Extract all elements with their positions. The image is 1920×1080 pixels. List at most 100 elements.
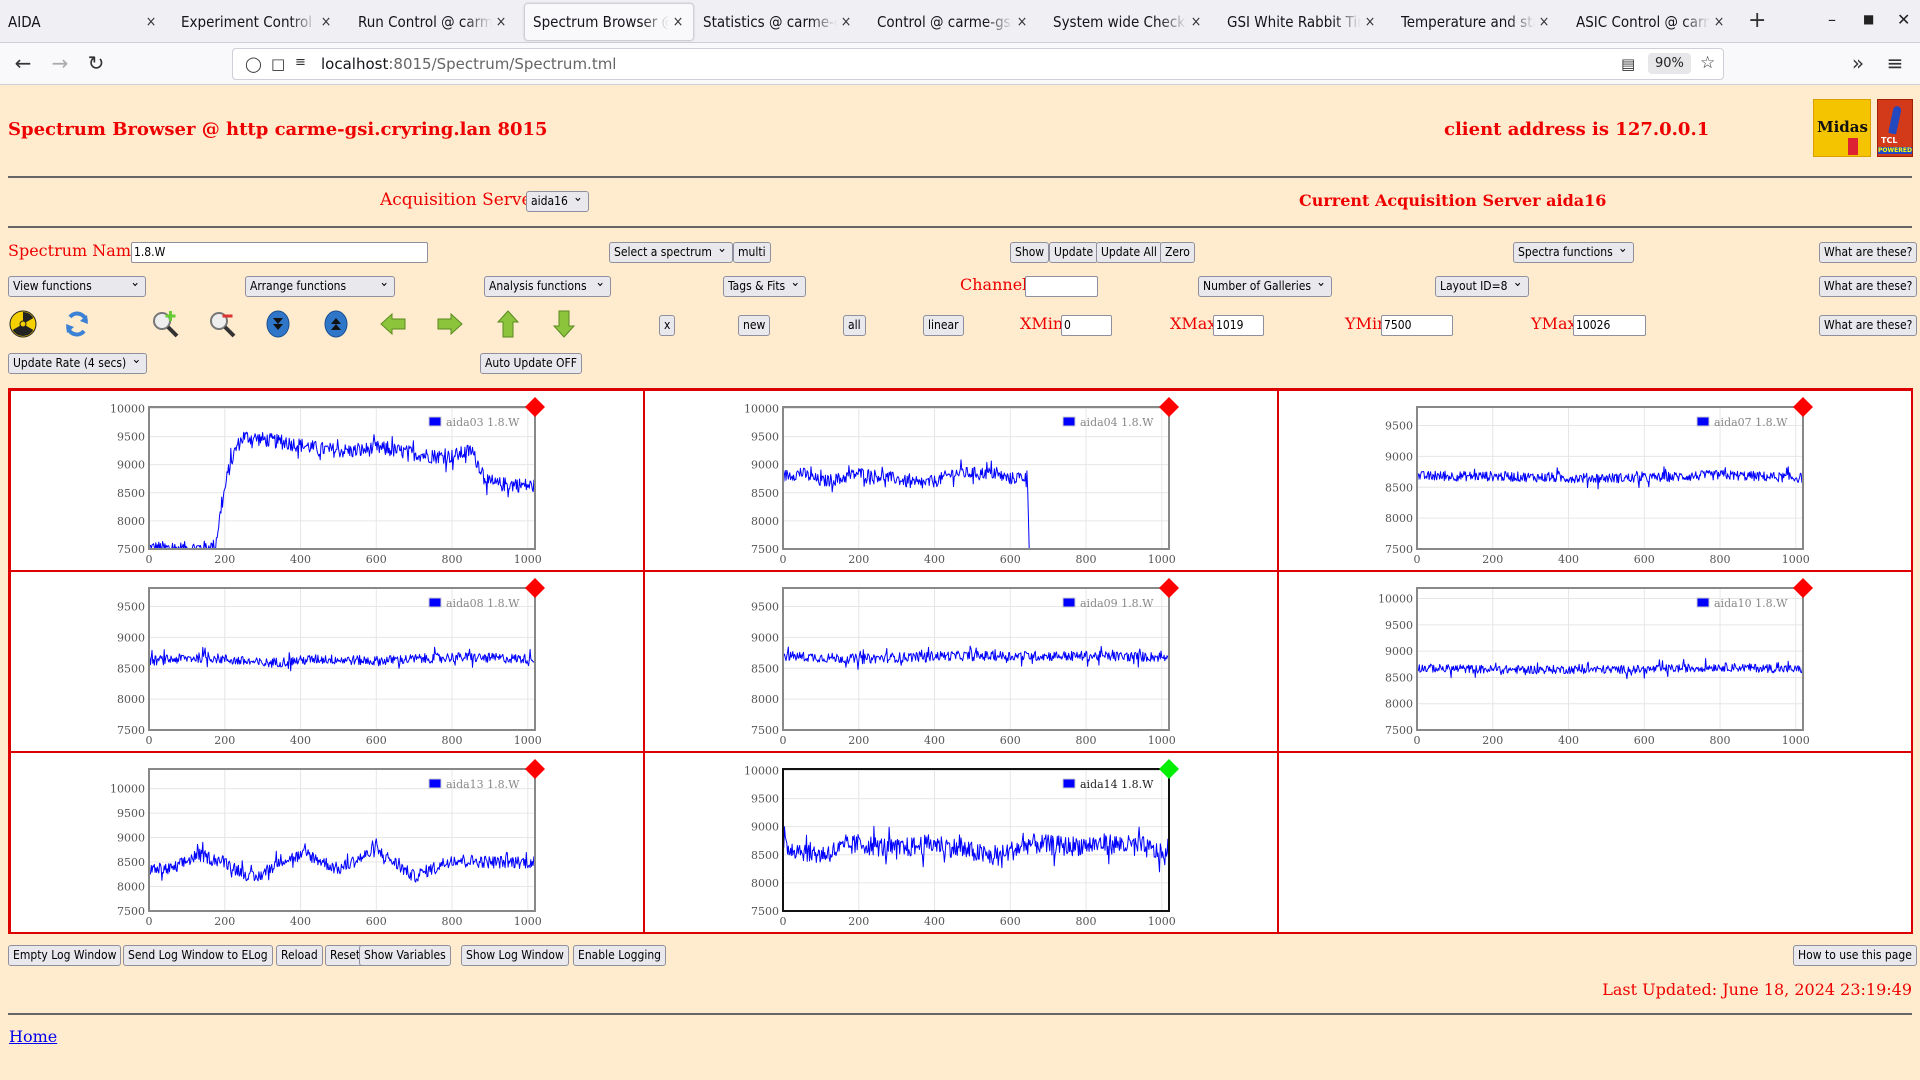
close-tab-icon[interactable]: ×	[1015, 14, 1029, 30]
zoom-in-icon[interactable]	[150, 309, 180, 339]
browser-tab[interactable]: Control @ carme-gsi ×	[869, 3, 1037, 41]
close-window-button[interactable]: ✕	[1897, 10, 1910, 29]
close-tab-icon[interactable]: ×	[1189, 14, 1203, 30]
permissions-icon[interactable]: ≡	[295, 55, 306, 70]
auto-update-button[interactable]: Auto Update OFF	[480, 353, 582, 374]
arrow-up-icon[interactable]	[493, 309, 523, 339]
close-tab-icon[interactable]: ×	[144, 14, 158, 30]
spectrum-cell[interactable]: 0 200 400 600 800 1000 7500 8000 8500 9000 9500 aid…	[10, 571, 644, 752]
close-tab-icon[interactable]: ×	[494, 14, 508, 30]
spectra-functions-dropdown[interactable]: Spectra functions	[1513, 239, 1634, 263]
minimize-button[interactable]: –	[1828, 10, 1836, 29]
arrow-left-icon[interactable]	[378, 309, 408, 339]
close-tab-icon[interactable]: ×	[1537, 14, 1551, 30]
update-rate-dropdown[interactable]: Update Rate (4 secs)	[8, 350, 148, 374]
spectrum-name-input[interactable]: 1.8.W	[131, 242, 428, 263]
browser-tab[interactable]: Temperature and status×	[1393, 3, 1559, 41]
footer-button-show-variables[interactable]: Show Variables	[359, 945, 451, 966]
linear-button[interactable]: linear	[923, 315, 964, 336]
footer-button-send-log-window-to-elog[interactable]: Send Log Window to ELog	[123, 945, 273, 966]
spectrum-chart[interactable]: 0 200 400 600 800 1000 7500 8000 8500 9000 9500 aid…	[11, 572, 645, 753]
select-spectrum-dropdown[interactable]: Select a spectrum	[609, 239, 733, 263]
spectrum-chart[interactable]: 0 200 400 600 800 1000 7500 8000 8500 9000 9500 100…	[11, 391, 645, 572]
refresh-icon[interactable]	[62, 309, 92, 339]
shield-icon[interactable]: ◯	[245, 55, 262, 73]
layout-id-dropdown[interactable]: Layout ID=8	[1435, 273, 1529, 297]
browser-tab[interactable]: AIDA ×	[0, 3, 166, 41]
all-button[interactable]: all	[843, 315, 866, 336]
new-tab-button[interactable]: +	[1748, 8, 1766, 33]
spectrum-cell[interactable]: 0 200 400 600 800 1000 7500 8000 8500 9000 9500 100…	[644, 752, 1278, 933]
acquisition-server-select[interactable]: aida16	[526, 188, 589, 212]
update-button[interactable]: Update	[1049, 242, 1099, 263]
forward-button[interactable]: →	[48, 52, 72, 74]
browser-tab[interactable]: Experiment Control @ carme-gsi×	[173, 3, 341, 41]
reader-view-icon[interactable]: ▤	[1621, 55, 1635, 73]
tags-fits-dropdown[interactable]: Tags & Fits	[723, 273, 807, 297]
spectrum-cell[interactable]: 0 200 400 600 800 1000 7500 8000 8500 9000 9500 100…	[1278, 571, 1912, 752]
xmax-input[interactable]: 1019	[1213, 315, 1264, 336]
overflow-menu-icon[interactable]: »	[1846, 52, 1870, 74]
url-bar[interactable]: ◯ □ ≡ localhost:8015/Spectrum/Spectrum.t…	[232, 48, 1724, 80]
close-tab-icon[interactable]: ×	[839, 14, 853, 30]
how-to-use-button[interactable]: How to use this page	[1793, 945, 1917, 966]
expand-down-icon[interactable]	[263, 309, 293, 339]
close-tab-icon[interactable]: ×	[1363, 14, 1377, 30]
arrow-right-icon[interactable]	[435, 309, 465, 339]
zoom-out-icon[interactable]	[207, 309, 237, 339]
update-all-button[interactable]: Update All	[1096, 242, 1162, 263]
browser-tab[interactable]: System wide Checks @ carme-gsi×	[1045, 3, 1211, 41]
close-tab-icon[interactable]: ×	[1712, 14, 1726, 30]
spectrum-chart[interactable]: 0 200 400 600 800 1000 7500 8000 8500 9000 9500 aid…	[1279, 391, 1913, 572]
url-text[interactable]: localhost:8015/Spectrum/Spectrum.tml	[321, 55, 616, 73]
footer-button-enable-logging[interactable]: Enable Logging	[573, 945, 667, 966]
bookmark-star-icon[interactable]: ☆	[1700, 53, 1715, 73]
browser-tab[interactable]: GSI White Rabbit Timing×	[1219, 3, 1385, 41]
what-are-these-button-1[interactable]: What are these?	[1819, 242, 1918, 263]
spectrum-cell[interactable]: 0 200 400 600 800 1000 7500 8000 8500 9000 9500 aid…	[1278, 390, 1912, 571]
browser-tab[interactable]: Spectrum Browser @ carme-gsi×	[524, 3, 694, 41]
arrow-down-icon[interactable]	[549, 309, 579, 339]
new-button[interactable]: new	[738, 315, 771, 336]
radiation-icon[interactable]	[8, 309, 38, 339]
spectrum-cell[interactable]: 0 200 400 600 800 1000 7500 8000 8500 9000 9500 100…	[10, 752, 644, 933]
what-are-these-button-3[interactable]: What are these?	[1819, 315, 1918, 336]
spectrum-chart[interactable]: 0 200 400 600 800 1000 7500 8000 8500 9000 9500 100…	[645, 753, 1279, 934]
spectrum-cell[interactable]: 0 200 400 600 800 1000 7500 8000 8500 9000 9500 100…	[644, 390, 1278, 571]
back-button[interactable]: ←	[11, 52, 35, 74]
channel-input[interactable]	[1025, 276, 1098, 297]
reload-button[interactable]: ↻	[84, 52, 108, 74]
maximize-button[interactable]: ■	[1863, 12, 1874, 26]
hamburger-menu-icon[interactable]: ≡	[1883, 52, 1907, 74]
spectrum-cell[interactable]: 0 200 400 600 800 1000 7500 8000 8500 9000 9500 aid…	[644, 571, 1278, 752]
spectrum-cell[interactable]: 0 200 400 600 800 1000 7500 8000 8500 9000 9500 100…	[10, 390, 644, 571]
x-button[interactable]: x	[659, 315, 676, 336]
footer-button-show-log-window[interactable]: Show Log Window	[461, 945, 569, 966]
spectrum-chart[interactable]: 0 200 400 600 800 1000 7500 8000 8500 9000 9500 aid…	[645, 572, 1279, 753]
spectrum-chart[interactable]: 0 200 400 600 800 1000 7500 8000 8500 9000 9500 100…	[1279, 572, 1913, 753]
close-tab-icon[interactable]: ×	[319, 14, 333, 30]
show-button[interactable]: Show	[1010, 242, 1050, 263]
number-of-galleries-dropdown[interactable]: Number of Galleries	[1198, 273, 1332, 297]
home-link[interactable]: Home	[9, 1027, 57, 1046]
footer-button-empty-log-window[interactable]: Empty Log Window	[8, 945, 122, 966]
multi-button[interactable]: multi	[733, 242, 771, 263]
browser-tab[interactable]: Run Control @ carme-gsi×	[350, 3, 516, 41]
ymin-input[interactable]: 7500	[1381, 315, 1453, 336]
expand-up-icon[interactable]	[321, 309, 351, 339]
analysis-functions-dropdown[interactable]: Analysis functions	[484, 273, 611, 297]
view-functions-dropdown[interactable]: View functions	[8, 273, 146, 297]
arrange-functions-dropdown[interactable]: Arrange functions	[245, 273, 395, 297]
footer-button-reload[interactable]: Reload	[276, 945, 323, 966]
xmin-input[interactable]: 0	[1061, 315, 1112, 336]
ymax-input[interactable]: 10026	[1573, 315, 1646, 336]
close-tab-icon[interactable]: ×	[671, 14, 685, 30]
zoom-level-badge[interactable]: 90%	[1648, 53, 1691, 74]
browser-tab[interactable]: ASIC Control @ carme-gsi×	[1568, 3, 1734, 41]
zero-button[interactable]: Zero	[1160, 242, 1195, 263]
spectrum-chart[interactable]: 0 200 400 600 800 1000 7500 8000 8500 9000 9500 100…	[645, 391, 1279, 572]
x-tick-label: 400	[290, 734, 311, 747]
browser-tab[interactable]: Statistics @ carme-gsi×	[695, 3, 861, 41]
what-are-these-button-2[interactable]: What are these?	[1819, 276, 1918, 297]
spectrum-chart[interactable]: 0 200 400 600 800 1000 7500 8000 8500 9000 9500 100…	[11, 753, 645, 934]
